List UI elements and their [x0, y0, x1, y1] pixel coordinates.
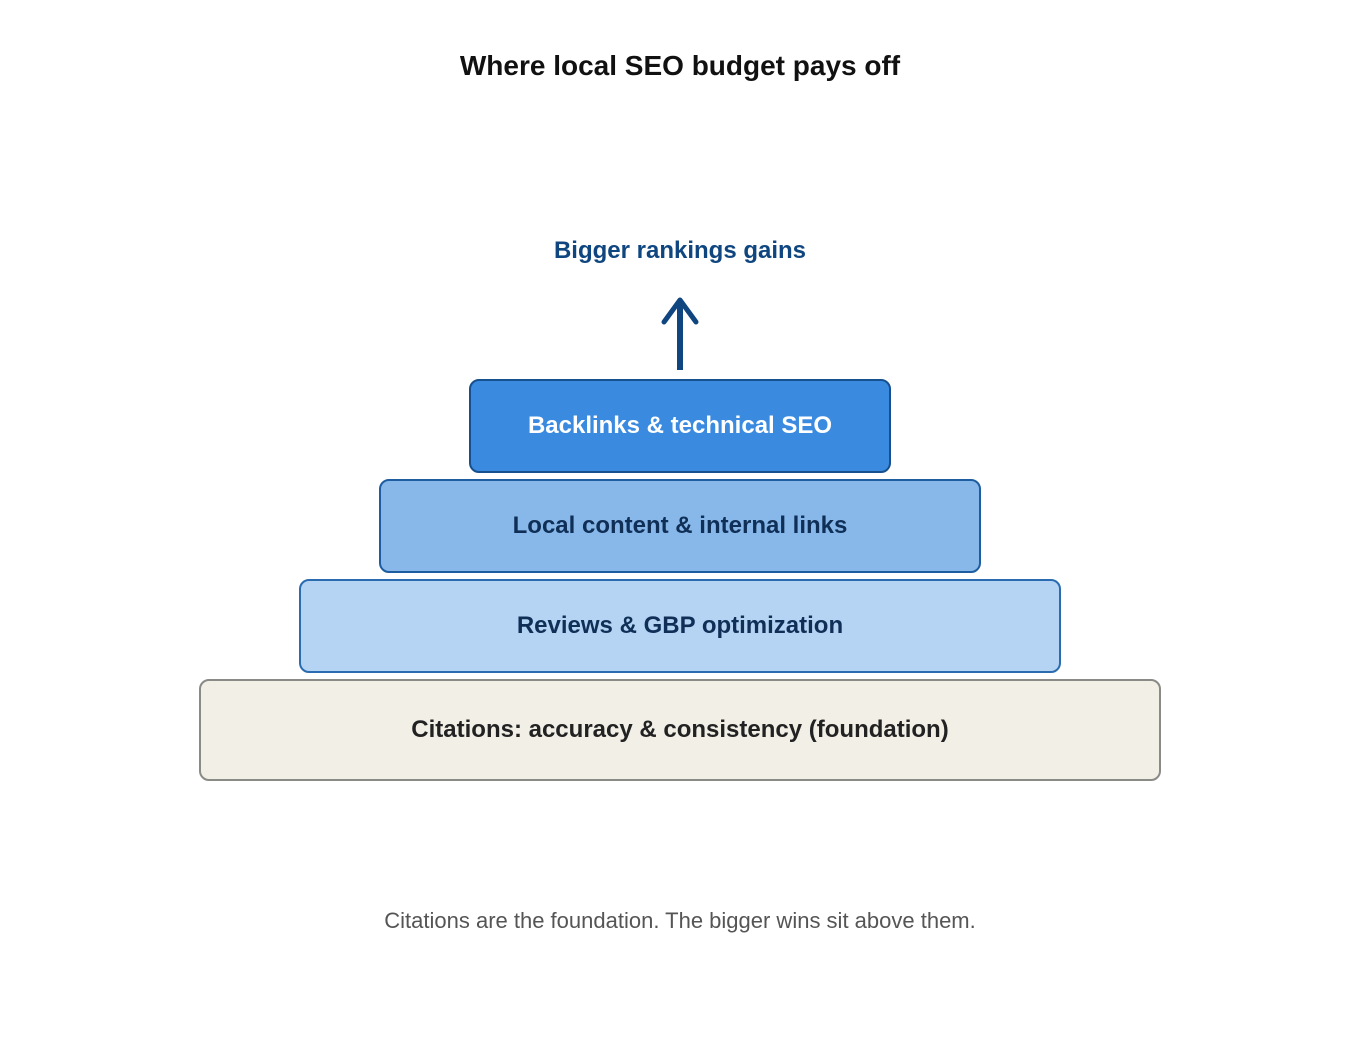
diagram-title: Where local SEO budget pays off	[459, 50, 901, 81]
tier-reviews-gbp-optimization: Reviews & GBP optimization	[299, 579, 1061, 673]
gain-label: Bigger rankings gains	[553, 237, 807, 264]
arrow-up-icon	[661, 297, 699, 370]
tier-backlinks-technical-seo: Backlinks & technical SEO	[469, 379, 891, 473]
tier-local-content-internal-links: Local content & internal links	[379, 479, 981, 573]
diagram-caption: Citations are the foundation. The bigger…	[384, 908, 976, 933]
tier-citations-foundation: Citations: accuracy & consistency (found…	[199, 679, 1161, 781]
